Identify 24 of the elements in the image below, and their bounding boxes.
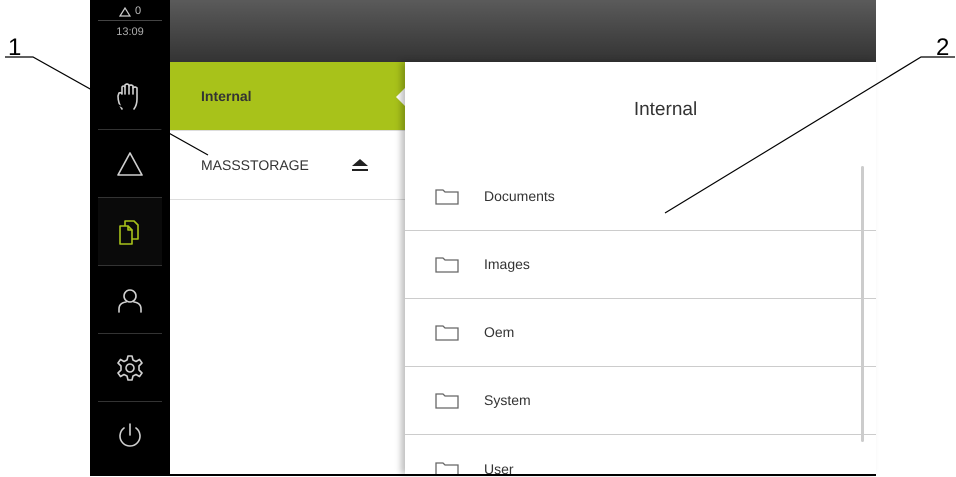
folder-icon bbox=[435, 392, 459, 409]
storage-label: Internal bbox=[201, 86, 253, 106]
warning-triangle-icon bbox=[118, 6, 131, 16]
scrollbar[interactable] bbox=[861, 166, 864, 442]
folder-icon bbox=[435, 324, 459, 341]
alarm-count: 0 bbox=[134, 4, 142, 20]
eject-icon[interactable] bbox=[351, 158, 369, 172]
settings-icon bbox=[115, 352, 145, 382]
folder-icon bbox=[435, 256, 459, 273]
callout-number: 2 bbox=[936, 33, 950, 63]
folder-icon bbox=[435, 188, 459, 205]
storage-label: MASSSTORAGE bbox=[201, 156, 310, 174]
folder-name: Documents bbox=[484, 187, 555, 206]
clock-time: 13:09 bbox=[116, 25, 144, 40]
callout-number: 1 bbox=[8, 33, 22, 63]
panel-title: Internal bbox=[634, 98, 698, 122]
folder-name: User bbox=[484, 460, 514, 474]
folder-name: Images bbox=[484, 255, 530, 274]
folder-row[interactable]: User bbox=[405, 435, 876, 474]
sidebar-tab[interactable] bbox=[98, 198, 162, 266]
folder-name: System bbox=[484, 391, 531, 410]
folder-icon bbox=[435, 460, 459, 474]
folder-name: Oem bbox=[484, 323, 514, 342]
storage-item[interactable]: Internal bbox=[170, 62, 405, 131]
